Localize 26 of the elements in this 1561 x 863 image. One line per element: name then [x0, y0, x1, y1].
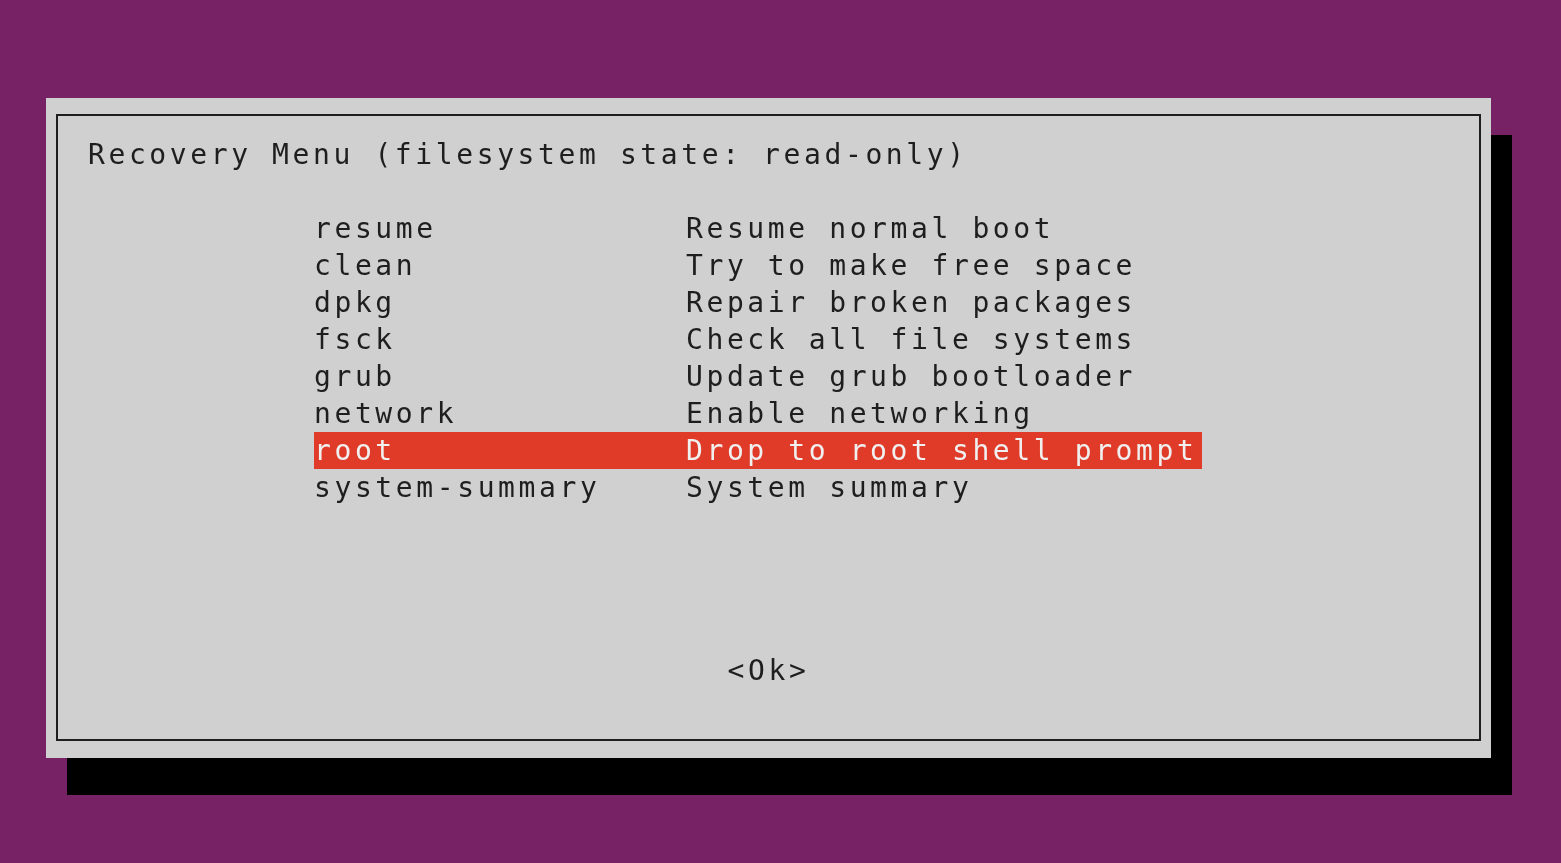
menu-item[interactable]: grub Update grub bootloader [314, 358, 1202, 395]
menu-tag: dpkg [314, 284, 686, 321]
menu-item[interactable]: dpkg Repair broken packages [314, 284, 1202, 321]
dialog-title: Recovery Menu (filesystem state: read-only) [88, 137, 969, 173]
menu-tag: system-summary [314, 469, 686, 506]
menu-tag: grub [314, 358, 686, 395]
menu-item[interactable]: system-summary System summary [314, 469, 1202, 506]
menu-description: Resume normal boot [686, 211, 1055, 247]
menu-tag: root [314, 432, 686, 469]
menu-description: System summary [686, 470, 973, 506]
menu-description: Update grub bootloader [686, 359, 1137, 395]
menu-description: Repair broken packages [686, 285, 1137, 321]
menu-item[interactable]: clean Try to make free space [314, 247, 1202, 284]
menu-tag: clean [314, 247, 686, 284]
menu-item[interactable]: fsck Check all file systems [314, 321, 1202, 358]
menu-item[interactable]: resume Resume normal boot [314, 210, 1202, 247]
menu-description: Try to make free space [686, 248, 1137, 284]
menu-tag: fsck [314, 321, 686, 358]
menu-description: Drop to root shell prompt [686, 433, 1198, 469]
menu-item[interactable]: root Drop to root shell prompt [314, 432, 1202, 469]
ok-button[interactable]: <Ok> [727, 652, 810, 689]
menu-tag: resume [314, 210, 686, 247]
menu-description: Check all file systems [686, 322, 1137, 358]
menu-description: Enable networking [686, 396, 1034, 432]
menu-item[interactable]: network Enable networking [314, 395, 1202, 432]
menu-tag: network [314, 395, 686, 432]
